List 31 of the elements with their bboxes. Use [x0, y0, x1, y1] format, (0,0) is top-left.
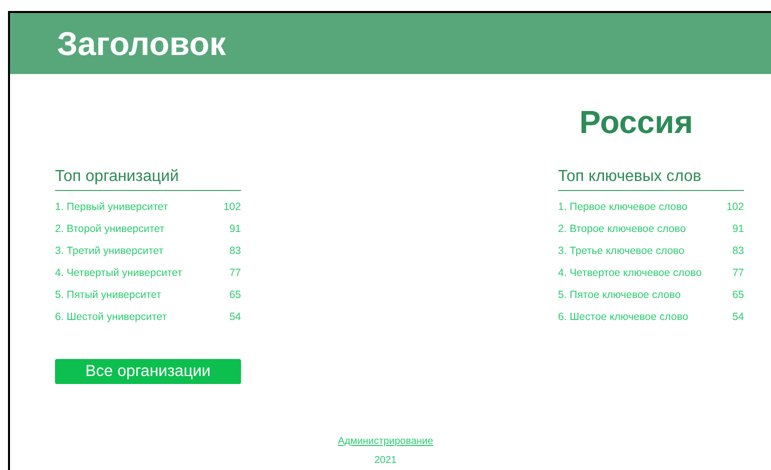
- list-item-count: 102: [222, 200, 241, 216]
- list-item-count: 83: [731, 244, 744, 260]
- list-item-name: 6. Шестое ключевое слово: [558, 310, 688, 326]
- list-item-count: 65: [731, 288, 744, 304]
- list-item-name: 5. Пятый университет: [55, 288, 162, 304]
- year-text: 2021: [374, 454, 397, 468]
- list-item-name: 2. Второй университет: [55, 222, 164, 238]
- list-item-count: 54: [228, 310, 241, 326]
- list-item-name: 6. Шестой университет: [55, 310, 167, 326]
- page-title: Заголовок: [57, 24, 226, 64]
- list-item-count: 77: [228, 266, 241, 282]
- section-heading: Топ организаций: [55, 167, 241, 191]
- list-item-count: 54: [731, 310, 744, 326]
- list-item-name: 4. Четвертое ключевое слово: [558, 266, 702, 282]
- admin-link[interactable]: Администрирование: [338, 434, 434, 449]
- list-item-name: 1. Первое ключевое слово: [558, 200, 688, 216]
- list-item-count: 77: [731, 266, 744, 282]
- list-item-count: 65: [228, 288, 241, 304]
- list-item-count: 91: [731, 222, 744, 238]
- all-organizations-button[interactable]: Все организации: [55, 359, 241, 384]
- list-item-count: 83: [228, 244, 241, 260]
- section-heading: Топ ключевых слов: [558, 167, 744, 191]
- list-item-name: 5. Пятое ключевое слово: [558, 288, 681, 304]
- list-item-name: 2. Второе ключевое слово: [558, 222, 686, 238]
- list-item-count: 91: [228, 222, 241, 238]
- region-heading: Россия: [579, 103, 693, 142]
- list-item-name: 1. Первый университет: [55, 200, 168, 216]
- list-item-name: 3. Третий университет: [55, 244, 164, 260]
- list-item-name: 3. Третье ключевое слово: [558, 244, 684, 260]
- list-item-name: 4. Четвертый университет: [55, 266, 182, 282]
- list-item-count: 102: [725, 200, 744, 216]
